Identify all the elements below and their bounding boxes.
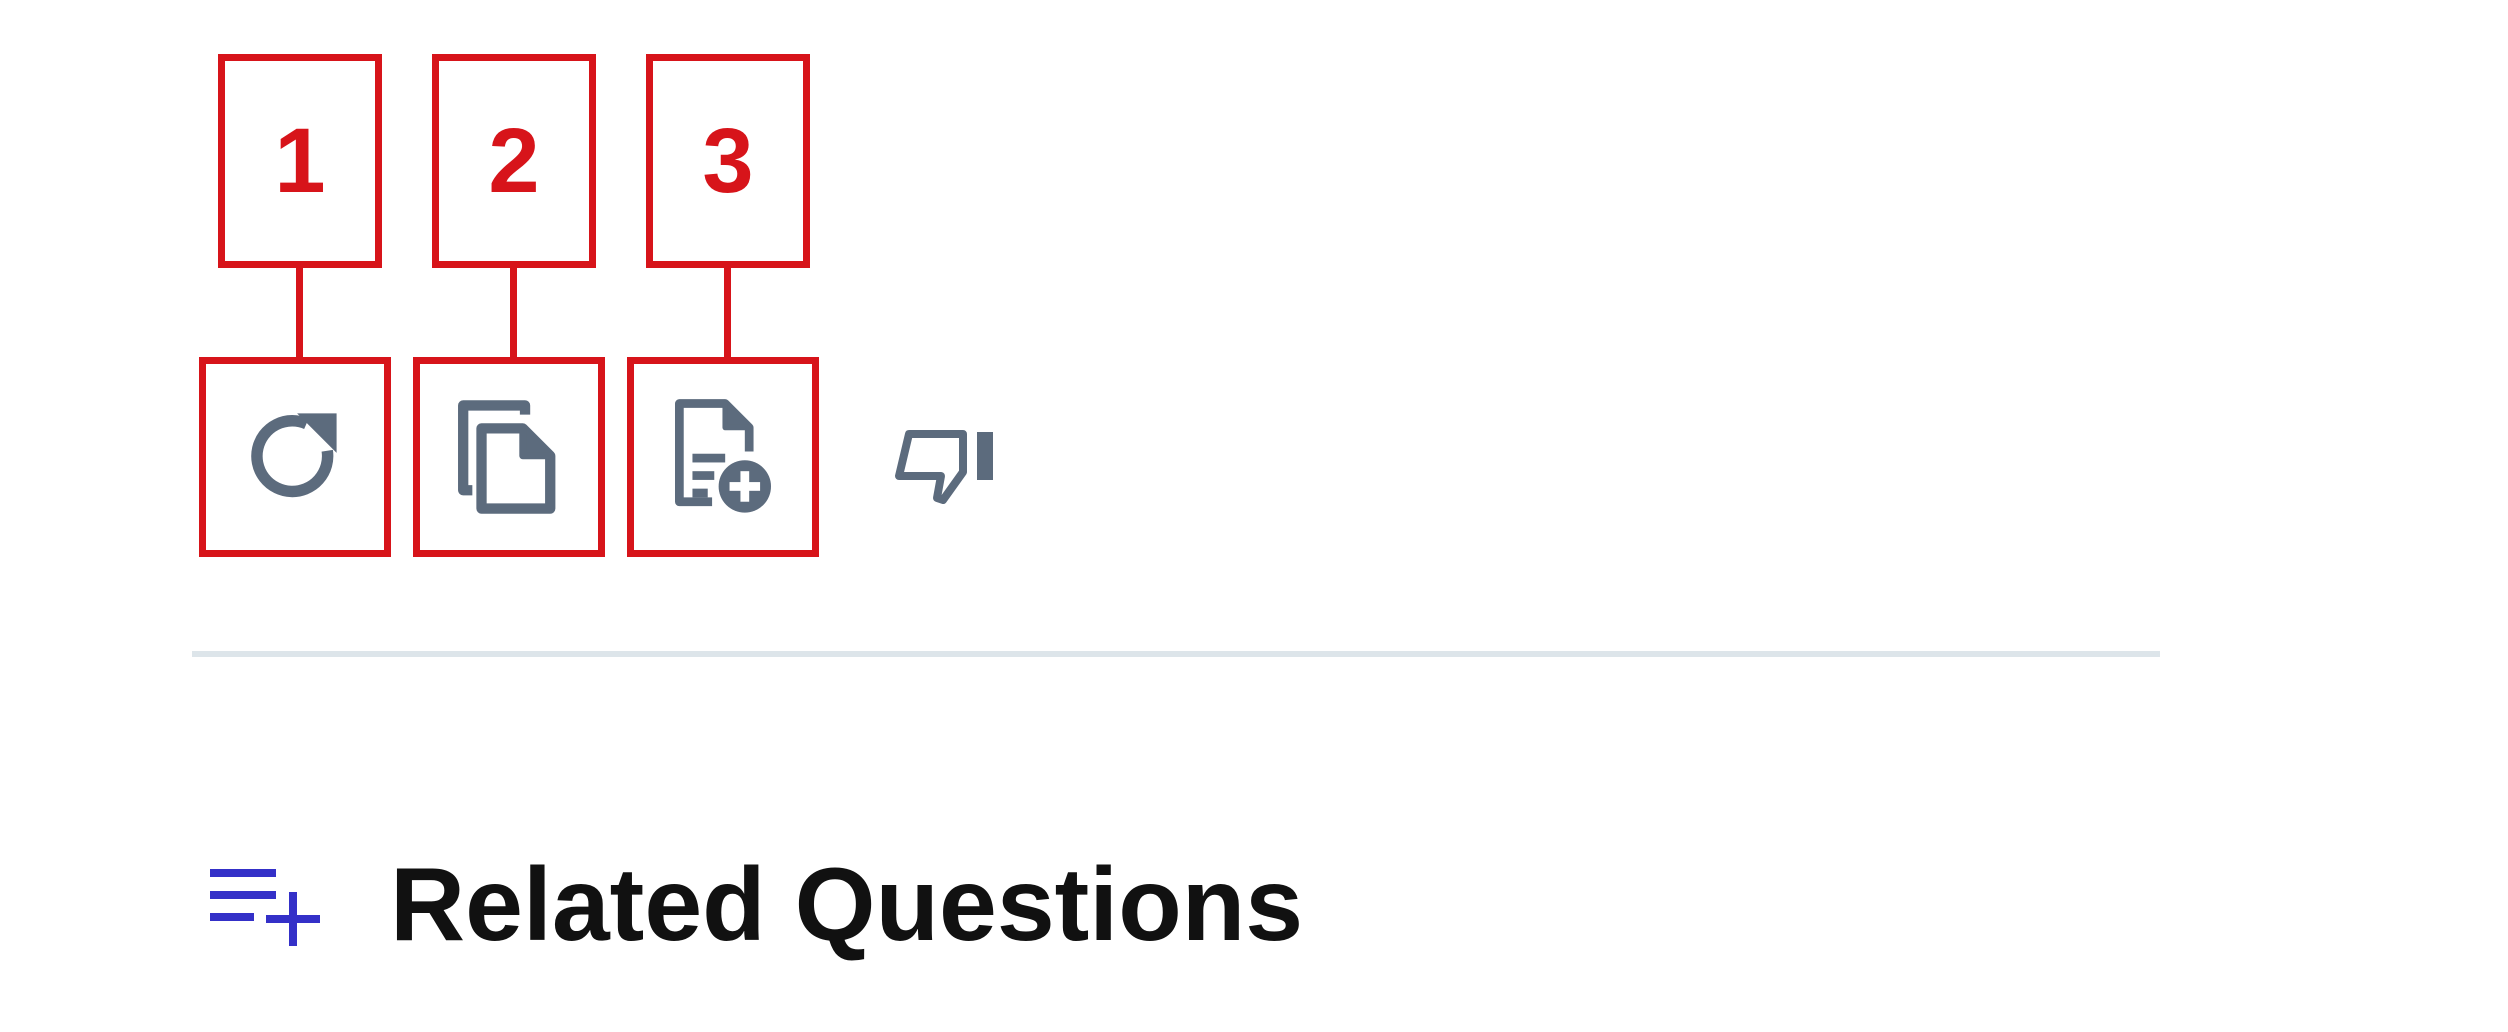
callout-connector-1 [296,267,303,357]
regenerate-button[interactable] [199,357,391,557]
callout-label-3: 3 [646,54,810,268]
copy-icon [451,394,567,520]
list-add-icon [206,855,324,956]
add-to-page-button[interactable] [627,357,819,557]
callout-connector-2 [510,267,517,357]
add-to-page-icon [668,397,778,517]
related-questions-title: Related Questions [390,846,1304,963]
copy-button[interactable] [413,357,605,557]
dislike-button[interactable] [888,400,1008,520]
related-questions-header: Related Questions [206,840,1303,970]
callout-label-2: 2 [432,54,596,268]
thumbs-down-icon [893,410,1003,510]
callout-label-1: 1 [218,54,382,268]
section-divider [192,651,2160,657]
callout-connector-3 [724,267,731,357]
refresh-icon [243,405,347,509]
